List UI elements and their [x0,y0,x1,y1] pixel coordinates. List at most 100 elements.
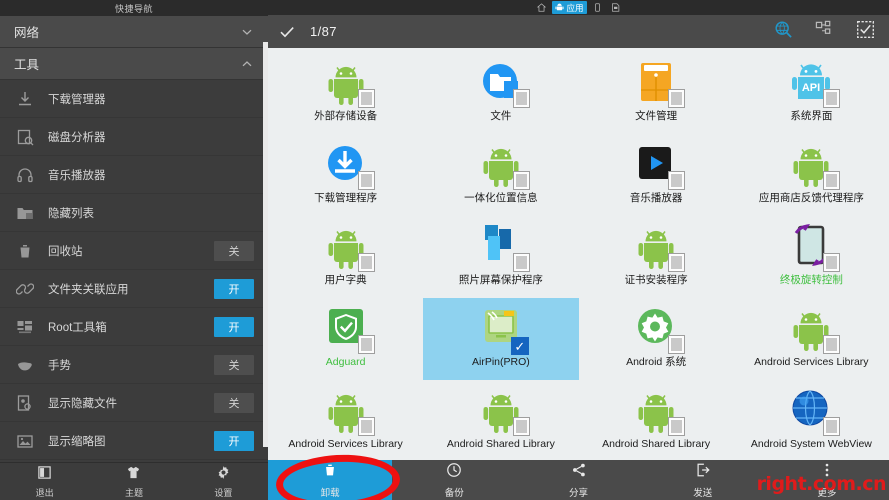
app-label: 文件 [490,110,512,122]
sidebar-item-label: 回收站 [48,245,83,258]
sidebar-item-recycle-bin[interactable]: 回收站 关 [0,232,268,270]
category-icon[interactable] [815,20,834,44]
sidebar-toggle-folder-association[interactable]: 开 [214,278,254,299]
app-cell[interactable]: Android Shared Library [423,380,578,460]
app-cell[interactable]: 一体化位置信息 [423,134,578,216]
check-icon[interactable] [278,23,300,41]
app-cell[interactable]: Android Shared Library [579,380,734,460]
sd-badge-icon [668,335,686,354]
sidebar-item-label: 下载管理器 [48,93,106,106]
share-icon [571,462,587,483]
app-label: 用户字典 [324,274,367,286]
sidebar-section-tools[interactable]: 工具 [0,48,268,80]
app-cell[interactable]: Adguard [268,298,423,380]
action-label: 卸载 [320,487,340,499]
app-label: Android System WebView [750,438,872,450]
sidebar-toggle-gesture[interactable]: 关 [214,354,254,375]
sidebar-bottom-settings[interactable]: 设置 [179,465,268,499]
app-cell[interactable]: Android Services Library [268,380,423,460]
tab-apps[interactable]: 应用 [552,1,587,14]
sidebar-item-label: 显示隐藏文件 [48,397,117,410]
app-label: 下载管理程序 [314,192,378,204]
sidebar-toggle-recycle-bin[interactable]: 关 [214,240,254,261]
exit-icon [37,465,52,485]
tab-phone[interactable] [590,1,605,14]
app-icon [322,305,375,354]
app-cell[interactable]: 照片屏幕保护程序 [423,216,578,298]
sidebar-item-hidden-list[interactable]: 隐藏列表 [0,194,268,232]
sidebar-item-root-toolbox[interactable]: Root工具箱 开 [0,308,268,346]
app-cell[interactable]: 下载管理程序 [268,134,423,216]
app-icon: ✓ [477,305,529,355]
app-cell[interactable]: 应用商店反馈代理程序 [734,134,889,216]
tab-sdcard[interactable] [608,1,623,14]
sidebar-item-folder-association[interactable]: 文件夹关联应用 开 [0,270,268,308]
sd-badge-icon [357,171,375,190]
app-cell[interactable]: 用户字典 [268,216,423,298]
app-cell[interactable]: Android Services Library [734,298,889,380]
app-label: 应用商店反馈代理程序 [758,192,864,204]
sd-badge-icon [512,417,530,436]
app-icon [787,387,841,436]
sd-badge-icon [668,253,686,272]
sidebar-item-gesture[interactable]: 手势 关 [0,346,268,384]
sidebar-item-music-player[interactable]: 音乐播放器 [0,156,268,194]
folder-hidden-icon [14,202,36,224]
sidebar-item-disk-analyzer[interactable]: 磁盘分析器 [0,118,268,156]
app-icon [632,223,686,272]
tab-home[interactable] [534,1,549,14]
app-label: Android Shared Library [446,438,555,450]
app-cell[interactable]: 文件管理 [579,52,734,134]
action-uninstall[interactable]: 卸载 [268,460,393,500]
sidebar-toggle-root-toolbox[interactable]: 开 [214,316,254,337]
app-icon [477,387,530,436]
sidebar-item-label: 音乐播放器 [48,169,106,182]
app-cell[interactable]: 证书安装程序 [579,216,734,298]
action-send[interactable]: 发送 [641,460,765,500]
sidebar-bottom-label: 退出 [35,487,54,498]
app-cell[interactable]: Android System WebView [734,380,889,460]
sidebar-section-label: 工具 [14,58,40,72]
top-tab-bar: 应用 [268,0,889,15]
app-cell[interactable]: API 系统界面 [734,52,889,134]
gear-icon [216,465,231,485]
sidebar-section-network[interactable]: 网络 [0,16,268,48]
sidebar-item-show-hidden-files[interactable]: 显示隐藏文件 关 [0,384,268,422]
sidebar-toggle-show-thumbnails[interactable]: 开 [214,430,254,451]
app-cell[interactable]: Android 系统 [579,298,734,380]
app-label: Android 系统 [626,356,687,368]
sidebar-scroll-area: 网络 工具 下载管理器 磁盘分析器 音乐播放器 隐藏列表 回收站 关 文件夹关联… [0,16,268,462]
sidebar-bottom-theme[interactable]: 主题 [89,465,178,499]
app-cell[interactable]: 终极旋转控制 [734,216,889,298]
sidebar: 快捷导航 网络 工具 下载管理器 磁盘分析器 音乐播放器 隐藏列表 回收站 关 … [0,0,268,500]
select-all-icon[interactable] [856,20,875,44]
sd-badge-icon [823,253,841,272]
action-label: 发送 [693,487,713,499]
sidebar-bottom-exit[interactable]: 退出 [0,465,89,499]
action-share[interactable]: 分享 [516,460,640,500]
sidebar-bottom-bar: 退出 主题 设置 [0,462,268,500]
app-icon [477,223,530,272]
sidebar-item-show-thumbnails[interactable]: 显示缩略图 开 [0,422,268,460]
sidebar-item-label: Root工具箱 [48,321,107,334]
sidebar-item-label: 磁盘分析器 [48,131,106,144]
sidebar-item-label: 手势 [48,359,71,372]
sd-badge-icon [357,417,375,436]
app-cell[interactable]: 外部存储设备 [268,52,423,134]
site-watermark: right.com.cn [756,473,887,495]
app-icon [787,141,841,190]
download-icon [14,88,36,110]
search-globe-icon[interactable] [774,20,793,44]
phone-icon [594,3,600,12]
sidebar-toggle-show-hidden-files[interactable]: 关 [214,392,254,413]
action-backup[interactable]: 备份 [392,460,516,500]
sidebar-bottom-label: 主题 [124,487,143,498]
app-cell[interactable]: 音乐播放器 [579,134,734,216]
sidebar-item-download-manager[interactable]: 下载管理器 [0,80,268,118]
app-icon [322,59,375,108]
sdcard-icon [611,3,619,12]
app-icon [477,59,530,108]
root-toolbox-icon [14,316,36,338]
app-cell[interactable]: 文件 [423,52,578,134]
app-cell-selected[interactable]: ✓ AirPin(PRO) [423,298,579,380]
